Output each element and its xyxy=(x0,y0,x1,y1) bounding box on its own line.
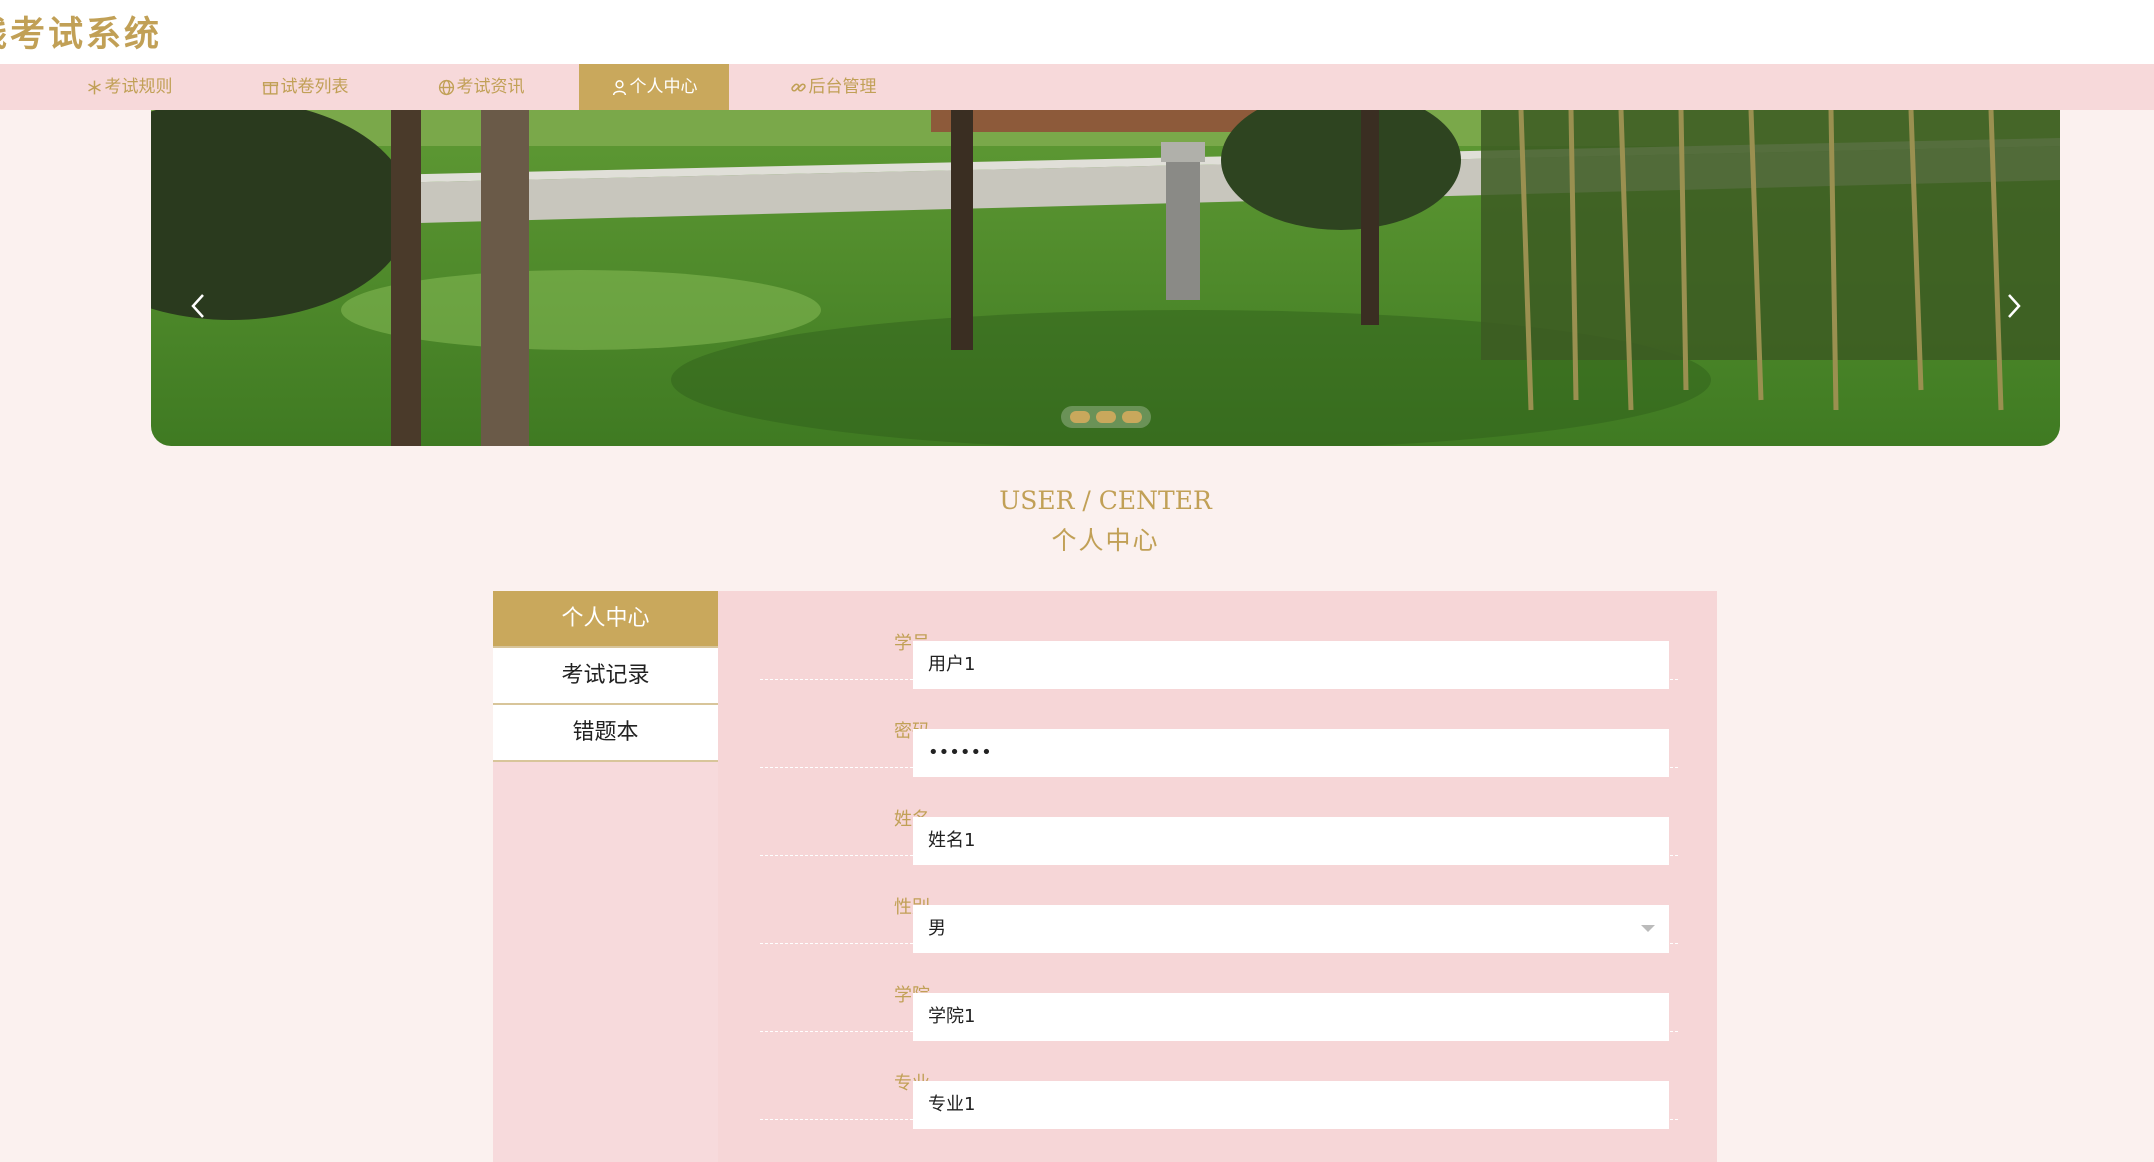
nav-item-label: 考试规则 xyxy=(104,77,173,97)
major-input[interactable]: 专业1 xyxy=(913,1081,1669,1129)
side-menu-user-center[interactable]: 个人中心 xyxy=(493,591,718,648)
nav-item-paper-list[interactable]: 试卷列表 xyxy=(240,64,370,110)
snowflake-icon xyxy=(87,80,101,94)
chevron-down-icon xyxy=(1641,925,1655,932)
gift-icon xyxy=(262,81,278,95)
major-label: 专业 xyxy=(894,1073,930,1094)
form-row-name: 姓名 姓名1 xyxy=(760,767,1678,865)
user-icon xyxy=(612,79,626,95)
gender-label: 性别 xyxy=(894,897,930,918)
prev-slide-button[interactable] xyxy=(183,286,213,326)
nav-item-label: 考试资讯 xyxy=(456,77,525,97)
side-menu: 个人中心 考试记录 错题本 xyxy=(493,591,718,1162)
header: 线考试系统 xyxy=(0,0,2154,64)
form-row-gender: 性别 男 xyxy=(760,855,1678,953)
nav-item-admin[interactable]: 后台管理 xyxy=(768,64,898,110)
carousel-dot[interactable] xyxy=(1096,411,1116,423)
nav-item-exam-rules[interactable]: 考试规则 xyxy=(64,64,194,110)
carousel-dot[interactable] xyxy=(1122,411,1142,423)
link-icon xyxy=(790,82,806,92)
form-row-password: 密码 •••••• xyxy=(760,679,1678,777)
next-slide-button[interactable] xyxy=(1999,286,2029,326)
nav-item-label: 个人中心 xyxy=(629,77,698,97)
top-nav: 考试规则 试卷列表 考试资讯 个人中心 后台管理 xyxy=(0,64,2154,110)
password-label: 密码 xyxy=(894,721,930,742)
nav-item-exam-news[interactable]: 考试资讯 xyxy=(416,64,546,110)
form-row-student-id: 学号 用户1 xyxy=(760,591,1678,689)
profile-form-panel: 学号 用户1 密码 •••••• 姓名 姓名1 性别 男 学院 学院1 专业 专… xyxy=(718,591,1717,1162)
site-title: 线考试系统 xyxy=(0,15,163,55)
nav-item-label: 后台管理 xyxy=(808,77,877,97)
chevron-right-icon xyxy=(2008,294,2021,318)
side-menu-wrong-questions[interactable]: 错题本 xyxy=(493,705,718,762)
form-row-college: 学院 学院1 xyxy=(760,943,1678,1041)
chevron-left-icon xyxy=(191,294,204,318)
student-id-label: 学号 xyxy=(894,633,930,654)
nav-item-label: 试卷列表 xyxy=(280,77,349,97)
section-title-cn: 个人中心 xyxy=(1051,526,1160,555)
college-label: 学院 xyxy=(894,985,930,1006)
banner-image xyxy=(151,110,2060,446)
name-label: 姓名 xyxy=(894,809,930,830)
form-row-major: 专业 专业1 xyxy=(760,1031,1678,1129)
side-menu-exam-records[interactable]: 考试记录 xyxy=(493,648,718,705)
gender-select-value: 男 xyxy=(928,918,946,939)
carousel-indicators xyxy=(1061,406,1151,428)
nav-item-user-center[interactable]: 个人中心 xyxy=(579,64,729,110)
globe-icon xyxy=(438,79,454,95)
section-title-en: USER / CENTER xyxy=(999,486,1212,515)
banner-carousel xyxy=(151,110,2060,446)
carousel-dot[interactable] xyxy=(1070,411,1090,423)
